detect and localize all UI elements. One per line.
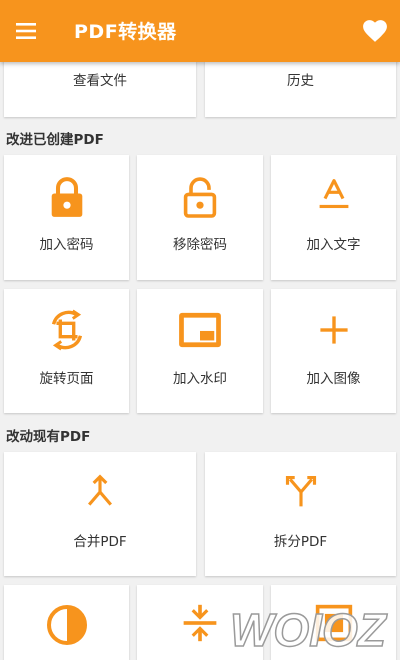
add-text-label: 加入文字 [306, 237, 361, 253]
add-watermark-label: 加入水印 [173, 371, 227, 387]
text-format-icon [319, 179, 348, 209]
rotate-crop-icon [51, 309, 82, 351]
merge-pdf-card[interactable]: 合并PDF [4, 452, 196, 576]
remove-password-label: 移除密码 [173, 237, 227, 253]
heart-icon[interactable] [362, 19, 388, 43]
hamburger-menu-icon[interactable] [14, 19, 40, 43]
add-plus-icon [319, 316, 348, 344]
app-title: PDF转换器 [74, 21, 177, 43]
compress-icon [183, 604, 217, 642]
invert-colors-card[interactable] [4, 585, 129, 660]
merge-icon [88, 474, 112, 506]
watermark-icon [179, 312, 221, 348]
unlock-icon [183, 177, 217, 218]
split-pdf-card[interactable]: 拆分PDF [205, 452, 396, 576]
section-title-create: 改进已创建PDF [6, 132, 104, 148]
lock-icon [51, 177, 82, 217]
history-label: 历史 [287, 73, 314, 89]
rotate-pages-card[interactable]: 旋转页面 [4, 289, 129, 413]
section-title-modify: 改动现有PDF [6, 429, 91, 445]
split-pdf-label: 拆分PDF [273, 534, 328, 550]
remove-password-card[interactable]: 移除密码 [137, 155, 263, 280]
add-watermark-card[interactable]: 加入水印 [137, 289, 263, 413]
site-watermark: WOIOZ [229, 603, 388, 656]
contrast-icon [46, 605, 87, 645]
view-files-label: 查看文件 [73, 73, 127, 89]
add-password-label: 加入密码 [39, 237, 94, 253]
add-image-label: 加入图像 [306, 371, 361, 387]
rotate-pages-label: 旋转页面 [39, 371, 94, 387]
merge-pdf-label: 合并PDF [73, 534, 127, 550]
add-image-card[interactable]: 加入图像 [271, 289, 396, 413]
add-password-card[interactable]: 加入密码 [4, 155, 129, 280]
add-text-card[interactable]: 加入文字 [271, 155, 396, 280]
split-icon [285, 476, 316, 507]
app-bar: PDF转换器 [0, 0, 400, 62]
watermark-text: WOIOZ [230, 604, 388, 656]
